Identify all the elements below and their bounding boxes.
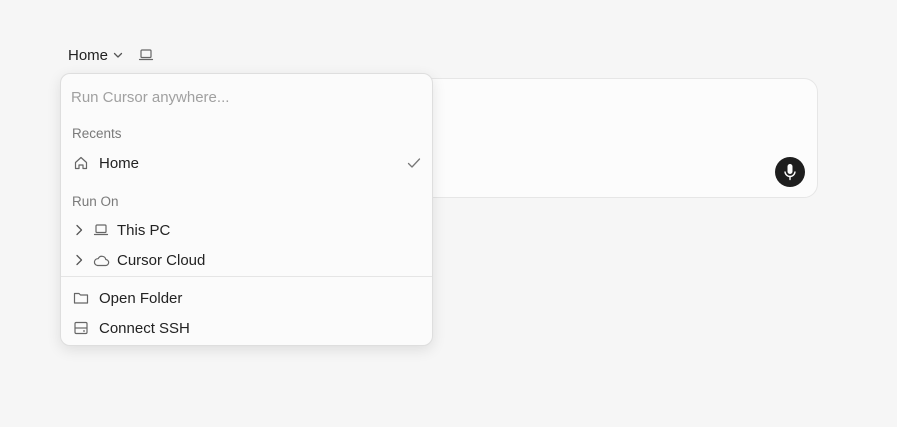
server-icon — [73, 321, 89, 335]
action-label: Connect SSH — [99, 319, 190, 337]
connect-ssh-item[interactable]: Connect SSH — [61, 314, 432, 342]
run-on-item-label: Cursor Cloud — [117, 251, 206, 269]
checkmark-icon — [407, 157, 421, 169]
laptop-icon — [93, 223, 109, 237]
location-dropdown: Recents Home Run On This PC Cursor Cloud — [60, 73, 433, 346]
recent-item-label: Home — [99, 154, 140, 172]
cloud-icon — [93, 254, 110, 267]
run-on-item-cursor-cloud[interactable]: Cursor Cloud — [61, 246, 432, 274]
action-label: Open Folder — [99, 289, 183, 307]
location-bar: Home — [68, 44, 154, 66]
location-selector-button[interactable]: Home — [68, 47, 124, 64]
divider — [61, 276, 432, 277]
chevron-down-icon — [112, 49, 124, 61]
laptop-icon[interactable] — [138, 48, 154, 62]
recents-section-label: Recents — [72, 126, 122, 141]
prompt-composer[interactable] — [418, 78, 818, 198]
location-label: Home — [68, 46, 109, 64]
microphone-button[interactable] — [775, 157, 805, 187]
recent-item-home[interactable]: Home — [61, 149, 432, 177]
microphone-icon — [783, 163, 797, 181]
run-on-item-label: This PC — [117, 221, 171, 239]
search-input[interactable] — [71, 84, 421, 110]
run-on-item-this-pc[interactable]: This PC — [61, 216, 432, 244]
run-on-section-label: Run On — [72, 194, 119, 209]
folder-icon — [73, 291, 89, 305]
home-icon — [73, 155, 89, 171]
chevron-right-icon — [74, 224, 84, 236]
open-folder-item[interactable]: Open Folder — [61, 284, 432, 312]
chevron-right-icon — [74, 254, 84, 266]
